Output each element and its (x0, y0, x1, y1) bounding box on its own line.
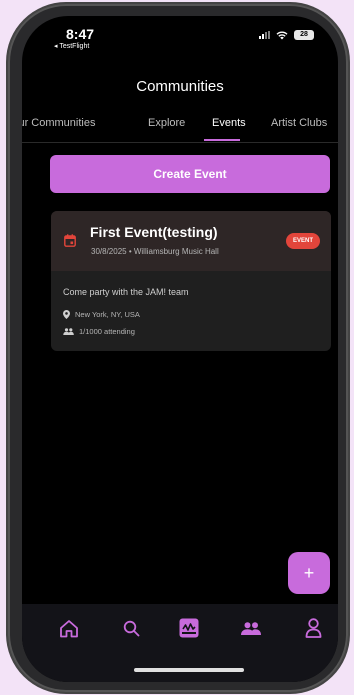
app-screen: 8:47 ◂ TestFlight 28 Communities Your Co… (22, 16, 338, 682)
battery-icon: 28 (294, 30, 314, 40)
nav-search[interactable] (117, 614, 145, 642)
event-badge: EVENT (285, 233, 320, 249)
event-card-header: First Event(testing) 30/8/2025 • William… (51, 211, 331, 271)
event-date-venue: 30/8/2025 • Williamsburg Music Hall (91, 247, 219, 256)
location-pin-icon (63, 310, 70, 319)
bottom-nav (22, 604, 338, 682)
back-to-app-link[interactable]: ◂ TestFlight (54, 42, 89, 50)
event-attending: 1/1000 attending (79, 327, 135, 336)
profile-icon (305, 618, 321, 638)
event-description: Come party with the JAM! team (63, 287, 189, 297)
tab-explore[interactable]: Explore (148, 117, 185, 129)
volume-down-button (15, 220, 21, 270)
active-tab-indicator (204, 139, 240, 141)
tab-events[interactable]: Events (212, 117, 246, 129)
wifi-icon (276, 31, 288, 39)
status-time: 8:47 (66, 26, 95, 42)
home-indicator (134, 668, 244, 672)
silent-switch (15, 98, 21, 124)
people-icon (63, 328, 74, 335)
jam-logo-icon (179, 618, 199, 638)
plus-icon: + (303, 562, 315, 583)
event-location-row: New York, NY, USA (63, 310, 140, 319)
create-event-button[interactable]: Create Event (50, 155, 330, 193)
status-icons: 28 (259, 30, 314, 40)
status-bar: 8:47 ◂ TestFlight 28 (22, 16, 338, 60)
event-attending-row: 1/1000 attending (63, 327, 135, 336)
volume-up-button (15, 150, 21, 200)
home-icon (60, 619, 78, 637)
tab-bar: Your Communities Explore Events Artist C… (22, 117, 338, 143)
nav-home[interactable] (55, 614, 83, 642)
nav-jam[interactable] (175, 614, 203, 642)
event-location: New York, NY, USA (75, 310, 140, 319)
event-card[interactable]: First Event(testing) 30/8/2025 • William… (51, 211, 331, 351)
nav-profile[interactable] (299, 614, 327, 642)
search-icon (123, 620, 139, 636)
calendar-icon (64, 234, 76, 247)
page-title: Communities (136, 78, 224, 95)
people-icon (241, 621, 261, 635)
tab-your-communities[interactable]: Your Communities (22, 117, 95, 129)
nav-communities[interactable] (237, 614, 265, 642)
add-fab-button[interactable]: + (288, 552, 330, 594)
signal-icon (259, 31, 270, 39)
event-title: First Event(testing) (90, 224, 218, 240)
tab-artist-clubs[interactable]: Artist Clubs (271, 117, 327, 129)
